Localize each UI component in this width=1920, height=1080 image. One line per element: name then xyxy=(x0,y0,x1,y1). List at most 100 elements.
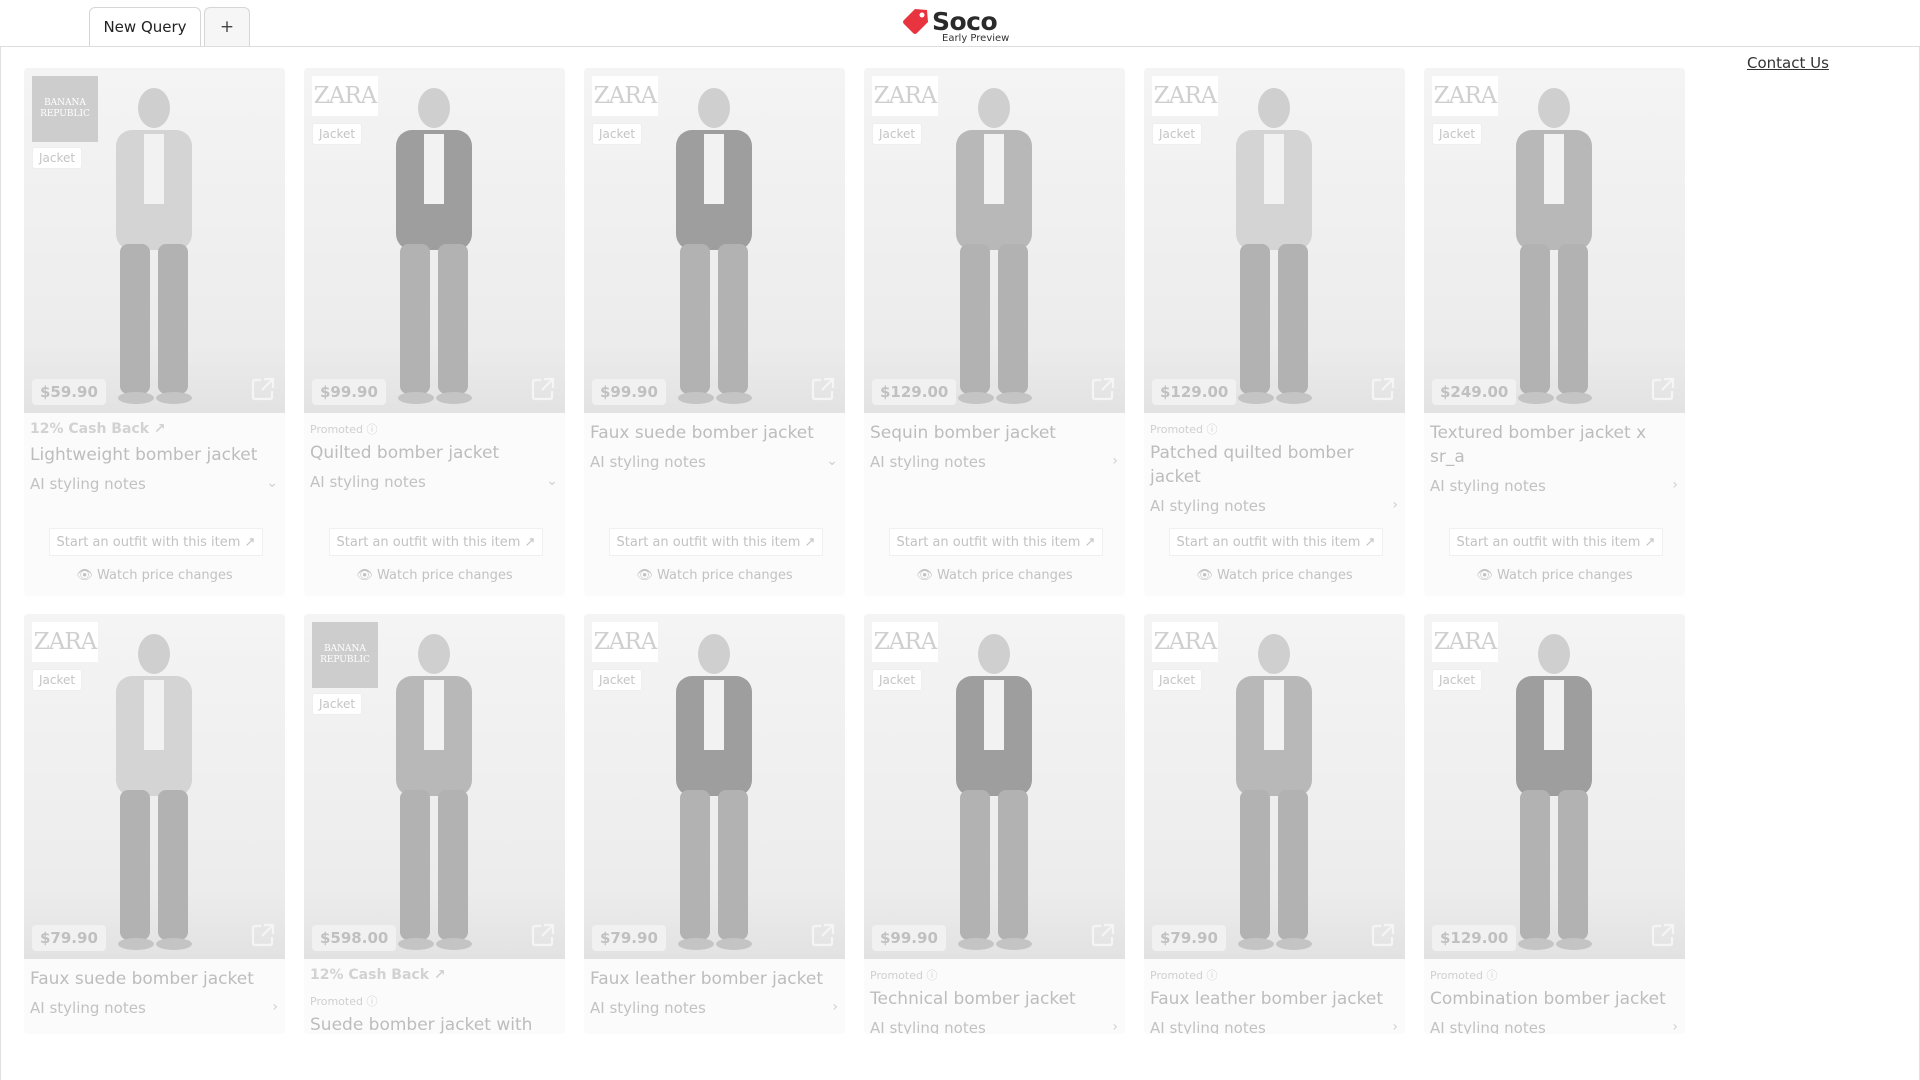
info-icon[interactable]: ⓘ xyxy=(366,423,377,436)
soco-logo[interactable]: Soco Early Preview xyxy=(900,7,1010,47)
product-title[interactable]: Faux leather bomber jacket xyxy=(590,967,840,991)
ai-styling-notes-toggle[interactable]: AI styling notes ⌄ xyxy=(310,473,560,495)
category-tag: Jacket xyxy=(1152,123,1203,145)
brand-name: ZARA xyxy=(313,83,378,109)
external-link-icon[interactable] xyxy=(1369,921,1397,949)
ai-styling-notes-toggle[interactable]: AI styling notes › xyxy=(1430,477,1680,499)
chevron-right-icon: › xyxy=(1672,477,1678,493)
start-outfit-button[interactable]: Start an outfit with this item ↗ xyxy=(889,528,1103,556)
price-tag: $79.90 xyxy=(592,925,666,951)
ai-styling-notes-toggle[interactable]: AI styling notes › xyxy=(870,453,1120,475)
start-outfit-button[interactable]: Start an outfit with this item ↗ xyxy=(49,528,263,556)
product-card[interactable]: ZARA Jacket $79.90 Faux suede bomber jacket… xyxy=(24,614,285,1034)
chevron-right-icon: › xyxy=(1112,453,1118,469)
external-link-icon[interactable] xyxy=(249,375,277,403)
product-title[interactable]: Patched quilted bomber jacket xyxy=(1150,441,1400,489)
ai-styling-notes-toggle[interactable]: AI styling notes › xyxy=(30,999,280,1021)
info-icon[interactable]: ⓘ xyxy=(1486,969,1497,982)
brand-badge: ZARA xyxy=(32,622,98,662)
product-card[interactable]: ZARA Jacket $99.90 Promoted ⓘ Quilted bomber… xyxy=(304,68,565,596)
product-card[interactable]: BANANA REPUBLIC Jacket $598.00 12% Cash Back… xyxy=(304,614,565,1034)
product-card[interactable]: ZARA Jacket $99.90 Promoted ⓘ Technical bomb… xyxy=(864,614,1125,1034)
watch-price-button[interactable]: 👁 Watch price changes xyxy=(1144,568,1405,583)
start-outfit-button[interactable]: Start an outfit with this item ↗ xyxy=(1169,528,1383,556)
external-link-icon[interactable] xyxy=(1649,921,1677,949)
info-icon[interactable]: ⓘ xyxy=(1206,423,1217,436)
product-title[interactable]: Suede bomber jacket with quilted lining xyxy=(310,1013,560,1034)
brand-name: ZARA xyxy=(1433,629,1498,655)
ai-styling-notes-toggle[interactable]: AI styling notes › xyxy=(1150,1019,1400,1034)
watch-price-button[interactable]: 👁 Watch price changes xyxy=(24,568,285,583)
info-icon[interactable]: ⓘ xyxy=(926,969,937,982)
start-outfit-button[interactable]: Start an outfit with this item ↗ xyxy=(1449,528,1663,556)
chevron-right-icon: › xyxy=(1392,1019,1398,1034)
product-image[interactable]: ZARA Jacket $79.90 xyxy=(584,614,845,959)
add-tab-button[interactable]: + xyxy=(204,7,250,46)
product-card[interactable]: ZARA Jacket $79.90 Faux leather bomber jack… xyxy=(584,614,845,1034)
watch-price-button[interactable]: 👁 Watch price changes xyxy=(864,568,1125,583)
start-outfit-button[interactable]: Start an outfit with this item ↗ xyxy=(329,528,543,556)
contact-us-link[interactable]: Contact Us xyxy=(1747,54,1829,72)
product-title[interactable]: Sequin bomber jacket xyxy=(870,421,1120,445)
product-image[interactable]: ZARA Jacket $99.90 xyxy=(584,68,845,413)
external-link-icon[interactable] xyxy=(1089,921,1117,949)
external-link-icon[interactable] xyxy=(529,921,557,949)
external-link-icon[interactable] xyxy=(529,375,557,403)
external-link-icon[interactable] xyxy=(1089,375,1117,403)
product-card[interactable]: ZARA Jacket $79.90 Promoted ⓘ Faux leather b… xyxy=(1144,614,1405,1034)
product-card[interactable]: ZARA Jacket $99.90 Faux suede bomber jacket… xyxy=(584,68,845,596)
tab-new-query[interactable]: New Query xyxy=(89,7,201,46)
ai-styling-notes-toggle[interactable]: AI styling notes › xyxy=(870,1019,1120,1034)
ai-styling-notes-toggle[interactable]: AI styling notes ⌄ xyxy=(590,453,840,475)
start-outfit-button[interactable]: Start an outfit with this item ↗ xyxy=(609,528,823,556)
product-card[interactable]: ZARA Jacket $129.00 Sequin bomber jacket AI … xyxy=(864,68,1125,596)
price-tag: $129.00 xyxy=(1152,379,1237,405)
product-image[interactable]: BANANA REPUBLIC Jacket $598.00 xyxy=(304,614,565,959)
ai-styling-notes-toggle[interactable]: AI styling notes › xyxy=(590,999,840,1021)
info-icon[interactable]: ⓘ xyxy=(366,995,377,1008)
external-link-icon[interactable] xyxy=(809,921,837,949)
cash-back-link[interactable]: 12% Cash Back ↗ xyxy=(310,967,560,985)
product-card[interactable]: ZARA Jacket $129.00 Promoted ⓘ Patched quilt… xyxy=(1144,68,1405,596)
info-icon[interactable]: ⓘ xyxy=(1206,969,1217,982)
external-link-icon[interactable] xyxy=(1649,375,1677,403)
external-link-icon[interactable] xyxy=(809,375,837,403)
product-image[interactable]: ZARA Jacket $129.00 xyxy=(1424,614,1685,959)
watch-price-button[interactable]: 👁 Watch price changes xyxy=(584,568,845,583)
brand-name: ZARA xyxy=(1433,83,1498,109)
ai-styling-notes-toggle[interactable]: AI styling notes › xyxy=(1150,497,1400,519)
product-image[interactable]: ZARA Jacket $99.90 xyxy=(304,68,565,413)
cash-back-link[interactable]: 12% Cash Back ↗ xyxy=(30,421,280,439)
product-title[interactable]: Quilted bomber jacket xyxy=(310,441,560,465)
category-tag: Jacket xyxy=(872,669,923,691)
product-title[interactable]: Faux leather bomber jacket xyxy=(1150,987,1400,1011)
ai-styling-notes-toggle[interactable]: AI styling notes › xyxy=(1430,1019,1680,1034)
brand-badge: ZARA xyxy=(872,622,938,662)
external-link-icon[interactable] xyxy=(1369,375,1397,403)
category-tag: Jacket xyxy=(592,123,643,145)
product-card[interactable]: ZARA Jacket $249.00 Textured bomber jacket … xyxy=(1424,68,1685,596)
product-title[interactable]: Technical bomber jacket xyxy=(870,987,1120,1011)
product-image[interactable]: ZARA Jacket $129.00 xyxy=(1144,68,1405,413)
product-card[interactable]: ZARA Jacket $129.00 Promoted ⓘ Combination b… xyxy=(1424,614,1685,1034)
chevron-right-icon: › xyxy=(1392,497,1398,513)
product-image[interactable]: ZARA Jacket $129.00 xyxy=(864,68,1125,413)
ai-styling-notes-toggle[interactable]: AI styling notes ⌄ xyxy=(30,475,280,497)
product-title[interactable]: Faux suede bomber jacket xyxy=(590,421,840,445)
external-link-icon[interactable] xyxy=(249,921,277,949)
category-tag: Jacket xyxy=(32,147,83,169)
product-image[interactable]: ZARA Jacket $79.90 xyxy=(1144,614,1405,959)
external-link-icon: ↗ xyxy=(1084,534,1096,550)
product-info: Faux suede bomber jacket AI styling notes… xyxy=(590,413,840,475)
product-title[interactable]: Faux suede bomber jacket xyxy=(30,967,280,991)
product-title[interactable]: Combination bomber jacket xyxy=(1430,987,1680,1011)
product-image[interactable]: ZARA Jacket $99.90 xyxy=(864,614,1125,959)
product-image[interactable]: ZARA Jacket $249.00 xyxy=(1424,68,1685,413)
product-title[interactable]: Textured bomber jacket x sr_a xyxy=(1430,421,1680,469)
product-title[interactable]: Lightweight bomber jacket xyxy=(30,443,280,467)
product-card[interactable]: BANANA REPUBLIC Jacket $59.90 12% Cash Back … xyxy=(24,68,285,596)
product-image[interactable]: BANANA REPUBLIC Jacket $59.90 xyxy=(24,68,285,413)
product-image[interactable]: ZARA Jacket $79.90 xyxy=(24,614,285,959)
watch-price-button[interactable]: 👁 Watch price changes xyxy=(1424,568,1685,583)
watch-price-button[interactable]: 👁 Watch price changes xyxy=(304,568,565,583)
